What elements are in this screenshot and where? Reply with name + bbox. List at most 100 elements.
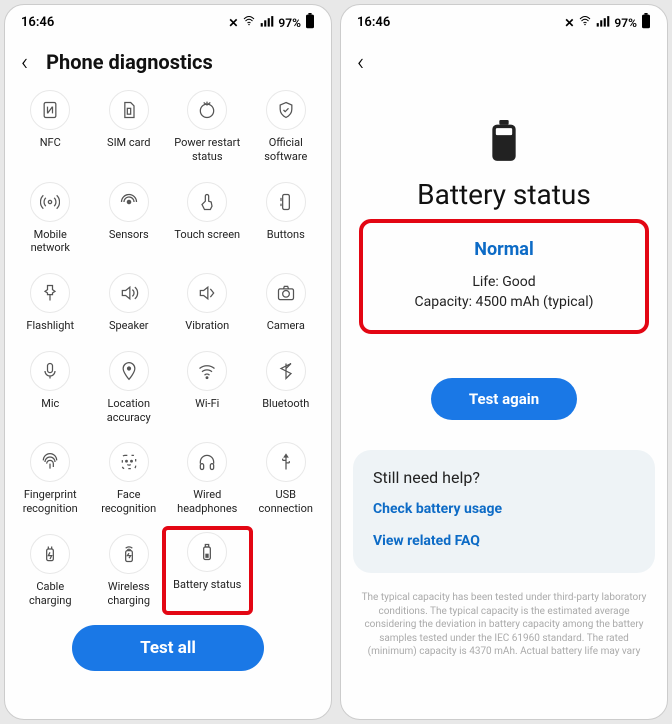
battery-content: Battery status Normal Life: Good Capacit… <box>341 88 667 719</box>
diag-item-location[interactable]: Location accuracy <box>90 349 169 427</box>
status-icons: ✕ 97% <box>228 13 315 32</box>
diag-label: Buttons <box>267 228 305 242</box>
disclaimer: The typical capacity has been tested und… <box>341 573 667 659</box>
battery-icon <box>641 13 651 32</box>
time: 16:46 <box>21 15 54 30</box>
status-bar: 16:46 ✕ 97% <box>341 5 667 40</box>
diag-label: Power restart status <box>171 136 243 164</box>
diag-label: Speaker <box>109 319 149 333</box>
battery-status: Normal <box>373 239 635 260</box>
mobile-icon <box>30 182 70 222</box>
diag-item-nfc[interactable]: NFC <box>11 88 90 166</box>
nfc-icon <box>30 90 70 130</box>
diag-label: Mic <box>41 397 59 411</box>
mute-icon: ✕ <box>564 16 574 30</box>
restart-icon <box>187 90 227 130</box>
cable-icon <box>30 534 70 574</box>
diag-label: Face recognition <box>93 488 165 516</box>
diag-label: Location accuracy <box>93 397 165 425</box>
battery-large-icon <box>489 120 519 166</box>
diag-item-speaker[interactable]: Speaker <box>90 271 169 335</box>
test-again-button[interactable]: Test again <box>431 378 577 420</box>
battery-title: Battery status <box>417 178 591 211</box>
battery-result-box: Normal Life: Good Capacity: 4500 mAh (ty… <box>359 219 649 334</box>
diag-label: SIM card <box>107 136 150 150</box>
diag-label: Wireless charging <box>93 580 165 608</box>
buttons-icon <box>266 182 306 222</box>
diag-item-bt[interactable]: Bluetooth <box>247 349 326 427</box>
diag-item-sensors[interactable]: Sensors <box>90 180 169 258</box>
test-all-button[interactable]: Test all <box>72 625 264 671</box>
diag-item-usb[interactable]: USB connection <box>247 440 326 518</box>
diag-item-cable[interactable]: Cable charging <box>11 532 90 610</box>
diag-label: Wi-Fi <box>195 397 219 411</box>
diag-label: Mobile network <box>14 228 86 256</box>
usb-icon <box>266 442 306 482</box>
time: 16:46 <box>357 15 390 30</box>
diag-item-touch[interactable]: Touch screen <box>168 180 247 258</box>
vibration-icon <box>187 273 227 313</box>
diag-item-vibration[interactable]: Vibration <box>168 271 247 335</box>
face-icon <box>109 442 149 482</box>
faq-link[interactable]: View related FAQ <box>373 533 635 549</box>
diag-label: Fingerprint recognition <box>14 488 86 516</box>
sim-icon <box>109 90 149 130</box>
diag-label: Flashlight <box>26 319 74 333</box>
diag-item-headphones[interactable]: Wired headphones <box>168 440 247 518</box>
diag-item-battery[interactable]: Battery status <box>162 526 253 616</box>
battery-pct: 97% <box>278 16 301 30</box>
wireless-icon <box>109 534 149 574</box>
fingerprint-icon <box>30 442 70 482</box>
diag-label: Bluetooth <box>262 397 309 411</box>
diagnostics-grid: NFC SIM card Power restart statusOfficial … <box>5 88 331 613</box>
back-button[interactable]: ‹ <box>357 50 364 74</box>
headphones-icon <box>187 442 227 482</box>
speaker-icon <box>109 273 149 313</box>
back-button[interactable]: ‹ <box>21 50 28 74</box>
signal-icon <box>260 15 274 30</box>
diag-item-mic[interactable]: Mic <box>11 349 90 427</box>
diag-item-sim[interactable]: SIM card <box>90 88 169 166</box>
header: ‹ Phone diagnostics <box>5 40 331 88</box>
sensors-icon <box>109 182 149 222</box>
diag-item-flash[interactable]: Flashlight <box>11 271 90 335</box>
diag-item-buttons[interactable]: Buttons <box>247 180 326 258</box>
diag-item-wireless[interactable]: Wireless charging <box>90 532 169 610</box>
diag-item-restart[interactable]: Power restart status <box>168 88 247 166</box>
official-icon <box>266 90 306 130</box>
mic-icon <box>30 351 70 391</box>
diag-item-face[interactable]: Face recognition <box>90 440 169 518</box>
diag-label: Cable charging <box>14 580 86 608</box>
diag-item-wifi[interactable]: Wi-Fi <box>168 349 247 427</box>
header: ‹ <box>341 40 667 88</box>
battery-capacity: Capacity: 4500 mAh (typical) <box>373 294 635 310</box>
mute-icon: ✕ <box>228 16 238 30</box>
bt-icon <box>266 351 306 391</box>
status-icons: ✕ 97% <box>564 13 651 32</box>
check-usage-link[interactable]: Check battery usage <box>373 501 635 517</box>
diag-item-camera[interactable]: Camera <box>247 271 326 335</box>
diag-label: Official software <box>250 136 322 164</box>
battery-icon <box>187 532 227 572</box>
diag-label: Touch screen <box>174 228 240 242</box>
diag-label: Vibration <box>185 319 229 333</box>
diag-label: NFC <box>40 136 61 150</box>
diag-label: Wired headphones <box>171 488 243 516</box>
diag-label: Sensors <box>109 228 149 242</box>
battery-icon <box>305 13 315 32</box>
diag-label: Battery status <box>173 578 241 592</box>
flash-icon <box>30 273 70 313</box>
page-title: Phone diagnostics <box>46 50 213 74</box>
touch-icon <box>187 182 227 222</box>
wifi-icon <box>242 15 256 30</box>
diag-item-official[interactable]: Official software <box>247 88 326 166</box>
wifi-icon <box>578 15 592 30</box>
diag-item-fingerprint[interactable]: Fingerprint recognition <box>11 440 90 518</box>
help-title: Still need help? <box>373 468 635 487</box>
battery-life: Life: Good <box>373 274 635 290</box>
signal-icon <box>596 15 610 30</box>
diag-label: Camera <box>267 319 305 333</box>
right-phone: 16:46 ✕ 97% ‹ Battery status Normal Life… <box>340 4 668 720</box>
diag-item-mobile[interactable]: Mobile network <box>11 180 90 258</box>
camera-icon <box>266 273 306 313</box>
